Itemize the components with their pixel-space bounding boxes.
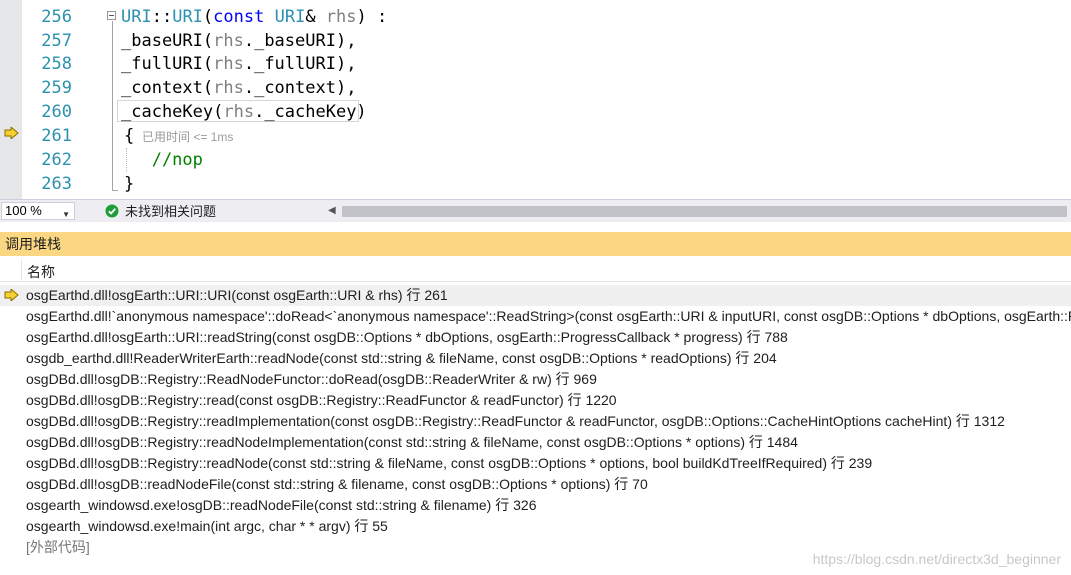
code-token: ) : xyxy=(356,7,388,27)
scroll-left-icon[interactable]: ◀ xyxy=(328,205,336,216)
line-number: 257 xyxy=(41,31,72,51)
call-stack-frame-text: osgdb_earthd.dll!ReaderWriterEarth::read… xyxy=(26,350,777,366)
horizontal-scrollbar-thumb[interactable] xyxy=(342,206,1067,217)
code-line[interactable]: 257 _baseURI(rhs._baseURI), xyxy=(0,29,1071,53)
call-stack-frame-text: osgDBd.dll!osgDB::Registry::readNode(con… xyxy=(26,455,873,471)
code-line[interactable]: 260 _cacheKey(rhs._cacheKey) xyxy=(0,100,1071,124)
call-stack-row[interactable]: osgDBd.dll!osgDB::Registry::readImplemen… xyxy=(0,411,1071,432)
code-text: } xyxy=(124,172,134,196)
call-stack-frame-text: [外部代码] xyxy=(26,539,90,555)
code-token: _fullURI( xyxy=(121,54,214,74)
code-token: { xyxy=(124,126,135,146)
column-separator xyxy=(21,259,22,281)
zoom-value: 100 % xyxy=(5,203,42,218)
code-token: rhs xyxy=(213,78,244,98)
call-stack-row[interactable]: osgEarthd.dll!`anonymous namespace'::doR… xyxy=(0,306,1071,327)
call-stack-rows: osgEarthd.dll!osgEarth::URI::URI(const o… xyxy=(0,285,1071,558)
code-token: _context( xyxy=(121,78,214,98)
check-circle-icon xyxy=(105,204,119,218)
call-stack-frame-text: osgDBd.dll!osgDB::readNodeFile(const std… xyxy=(26,476,648,492)
code-line[interactable]: 259 _context(rhs._context), xyxy=(0,76,1071,100)
call-stack-row[interactable]: osgEarthd.dll!osgEarth::URI::readString(… xyxy=(0,327,1071,348)
call-stack-panel: 调用堆栈 名称 osgEarthd.dll!osgEarth::URI::URI… xyxy=(0,222,1071,575)
line-number: 259 xyxy=(41,78,72,98)
code-token: rhs xyxy=(223,102,255,122)
issues-status-text[interactable]: 未找到相关问题 xyxy=(125,203,216,220)
call-stack-row[interactable]: osgearth_windowsd.exe!main(int argc, cha… xyxy=(0,516,1071,537)
call-stack-title[interactable]: 调用堆栈 xyxy=(0,232,1071,256)
editor-status-bar: 100 % ▼ 未找到相关问题 ◀ xyxy=(0,199,1071,222)
code-token: ._context), xyxy=(243,78,357,98)
code-line[interactable]: 256 URI::URI(const URI& rhs) : xyxy=(0,5,1071,29)
code-token: URI xyxy=(121,7,152,27)
line-number: 258 xyxy=(41,54,72,74)
code-token: URI xyxy=(172,7,203,27)
call-stack-row[interactable]: osgDBd.dll!osgDB::Registry::read(const o… xyxy=(0,390,1071,411)
call-stack-row[interactable]: osgDBd.dll!osgDB::Registry::readNode(con… xyxy=(0,453,1071,474)
code-line[interactable]: 262 //nop xyxy=(0,148,1071,172)
code-token: :: xyxy=(151,7,173,27)
code-token: _cacheKey( xyxy=(121,102,224,122)
code-text: _context(rhs._context), xyxy=(121,76,356,100)
code-token: ._fullURI), xyxy=(243,54,357,74)
code-token: } xyxy=(124,174,135,194)
call-stack-frame-text: osgDBd.dll!osgDB::Registry::readNodeImpl… xyxy=(26,434,798,450)
call-stack-frame-text: osgDBd.dll!osgDB::Registry::read(const o… xyxy=(26,392,617,408)
code-token: //nop xyxy=(121,150,203,170)
code-line[interactable]: 263} xyxy=(0,172,1071,196)
code-token: URI xyxy=(274,7,306,27)
call-stack-frame-text: osgearth_windowsd.exe!osgDB::readNodeFil… xyxy=(26,497,537,513)
code-token: rhs xyxy=(325,7,357,27)
code-editor[interactable]: 256 URI::URI(const URI& rhs) :257 _baseURI… xyxy=(0,0,1071,199)
code-token: rhs xyxy=(213,31,244,51)
code-text: _cacheKey(rhs._cacheKey) xyxy=(121,100,367,124)
code-token: _baseURI( xyxy=(121,31,214,51)
code-text: //nop xyxy=(121,148,203,172)
call-stack-frame-text: osgDBd.dll!osgDB::Registry::ReadNodeFunc… xyxy=(26,371,597,387)
call-stack-row[interactable]: osgdb_earthd.dll!ReaderWriterEarth::read… xyxy=(0,348,1071,369)
code-text: _fullURI(rhs._fullURI), xyxy=(121,52,356,76)
code-text: URI::URI(const URI& rhs) : xyxy=(121,5,387,29)
current-frame-arrow-icon xyxy=(4,289,19,301)
call-stack-row[interactable]: osgearth_windowsd.exe!osgDB::readNodeFil… xyxy=(0,495,1071,516)
code-text: { xyxy=(124,124,134,148)
zoom-dropdown[interactable]: 100 % ▼ xyxy=(1,202,75,220)
call-stack-frame-text: osgEarthd.dll!`anonymous namespace'::doR… xyxy=(26,308,1071,324)
column-header-name[interactable]: 名称 xyxy=(27,262,55,282)
watermark: https://blog.csdn.net/directx3d_beginner xyxy=(812,551,1061,567)
call-stack-row[interactable]: osgEarthd.dll!osgEarth::URI::URI(const o… xyxy=(0,285,1071,306)
line-number: 260 xyxy=(41,102,72,122)
call-stack-frame-text: osgEarthd.dll!osgEarth::URI::URI(const o… xyxy=(26,287,448,303)
call-stack-frame-text: osgEarthd.dll!osgEarth::URI::readString(… xyxy=(26,329,788,345)
code-token: const xyxy=(213,7,265,27)
perf-tip[interactable]: 已用时间 <= 1ms xyxy=(142,128,233,145)
code-token: ._baseURI), xyxy=(243,31,357,51)
call-stack-row[interactable]: osgDBd.dll!osgDB::Registry::ReadNodeFunc… xyxy=(0,369,1071,390)
code-token: rhs xyxy=(213,54,244,74)
code-token: ._cacheKey) xyxy=(254,102,367,122)
code-token: ( xyxy=(202,7,214,27)
chevron-down-icon: ▼ xyxy=(62,210,70,219)
code-token: & xyxy=(305,7,326,27)
line-number: 261 xyxy=(41,126,72,146)
call-stack-frame-text: osgDBd.dll!osgDB::Registry::readImplemen… xyxy=(26,413,1005,429)
call-stack-row[interactable]: osgDBd.dll!osgDB::readNodeFile(const std… xyxy=(0,474,1071,495)
code-text: _baseURI(rhs._baseURI), xyxy=(121,29,356,53)
line-number: 263 xyxy=(41,174,72,194)
call-stack-header: 名称 xyxy=(0,259,1071,282)
call-stack-row[interactable]: osgDBd.dll!osgDB::Registry::readNodeImpl… xyxy=(0,432,1071,453)
code-line[interactable]: 258 _fullURI(rhs._fullURI), xyxy=(0,52,1071,76)
line-number: 256 xyxy=(41,7,72,27)
call-stack-frame-text: osgearth_windowsd.exe!main(int argc, cha… xyxy=(26,518,388,534)
line-number: 262 xyxy=(41,150,72,170)
